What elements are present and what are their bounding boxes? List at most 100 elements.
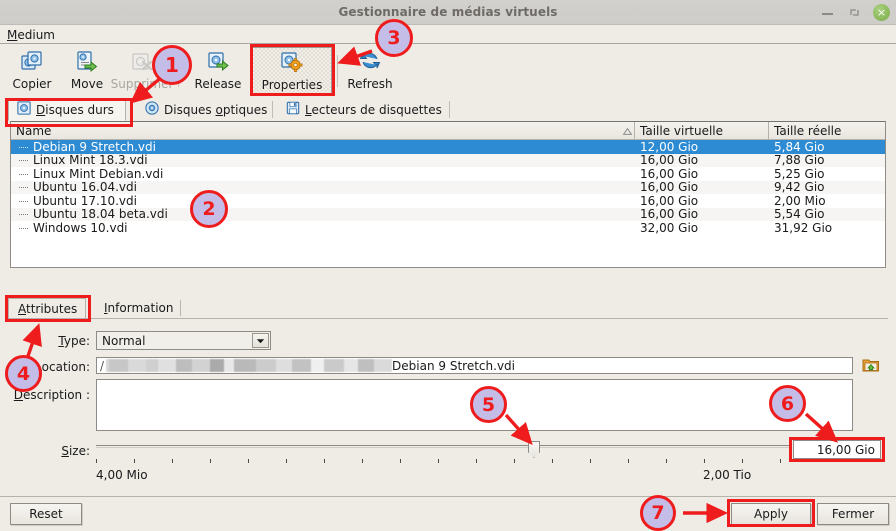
toolbar-label-refresh: Refresh bbox=[347, 77, 393, 91]
location-field[interactable]: / Debian 9 Stretch.vdi bbox=[96, 357, 853, 374]
location-filename: Debian 9 Stretch.vdi bbox=[392, 358, 515, 373]
maximize-icon[interactable] bbox=[846, 4, 863, 21]
cell-name: Linux Mint Debian.vdi bbox=[33, 166, 164, 181]
table-row[interactable]: Linux Mint 18.3.vdi 16,00 Gio 7,88 Gio bbox=[11, 153, 885, 168]
toolbar-button-release[interactable]: Release bbox=[190, 47, 246, 95]
cell-virtual-size: 12,00 Gio bbox=[640, 140, 699, 154]
toolbar-label-release: Release bbox=[194, 77, 242, 91]
tab-label-attributes: Attributes bbox=[18, 301, 78, 316]
tab-label-information: Information bbox=[104, 301, 174, 315]
toolbar-label-move: Move bbox=[70, 77, 104, 91]
annotation-marker-1: 1 bbox=[152, 45, 192, 85]
annotation-marker-3: 3 bbox=[375, 19, 413, 57]
hard-disk-icon bbox=[17, 101, 31, 118]
menubar: Medium bbox=[0, 25, 896, 44]
table-row[interactable]: Ubuntu 16.04.vdi 16,00 Gio 9,42 Gio bbox=[11, 180, 885, 195]
annotation-marker-6: 6 bbox=[769, 385, 806, 422]
location-path-prefix: / bbox=[100, 358, 105, 373]
folder-open-icon bbox=[862, 357, 880, 376]
size-value-field[interactable]: 16,00 Gio bbox=[793, 440, 881, 459]
slider-track[interactable] bbox=[96, 445, 789, 448]
cell-actual-size: 9,42 Gio bbox=[774, 180, 825, 195]
toolbar-button-properties[interactable]: Properties bbox=[252, 47, 332, 95]
close-icon[interactable]: × bbox=[873, 4, 890, 21]
cell-virtual-size: 16,00 Gio bbox=[640, 153, 699, 168]
table-body[interactable]: Debian 9 Stretch.vdi 12,00 Gio 5,84 Gio … bbox=[11, 140, 885, 267]
tree-branch-icon bbox=[19, 214, 28, 216]
tab-floppy-drives[interactable]: Lecteurs de disquettes bbox=[278, 98, 450, 121]
tree-branch-icon bbox=[19, 160, 28, 162]
toolbar-label-properties: Properties bbox=[261, 78, 323, 92]
tab-label-floppy-drives: Lecteurs de disquettes bbox=[305, 102, 442, 117]
browse-folder-button[interactable] bbox=[860, 356, 881, 376]
tree-branch-icon bbox=[19, 146, 28, 148]
tree-branch-icon bbox=[19, 200, 28, 202]
cell-actual-size: 2,00 Mio bbox=[774, 193, 826, 208]
annotation-marker-2: 2 bbox=[190, 190, 228, 228]
floppy-disk-icon bbox=[286, 101, 300, 118]
type-dropdown[interactable]: Normal bbox=[96, 331, 271, 350]
cell-actual-size: 31,92 Gio bbox=[774, 220, 833, 235]
size-slider[interactable] bbox=[96, 441, 789, 458]
cell-actual-size: 7,88 Gio bbox=[774, 153, 825, 168]
column-label-virtual-size: Taille virtuelle bbox=[640, 124, 724, 138]
media-tab-separator-2 bbox=[449, 101, 450, 118]
toolbar-button-copy[interactable]: Copier bbox=[4, 47, 60, 95]
cell-actual-size: 5,84 Gio bbox=[774, 140, 825, 154]
cell-name: Ubuntu 17.10.vdi bbox=[33, 193, 137, 208]
tab-attributes[interactable]: Attributes bbox=[8, 298, 86, 318]
ascending-sort-icon bbox=[620, 122, 634, 140]
tab-optical-disks[interactable]: Disques optiques bbox=[137, 98, 275, 121]
close-button[interactable]: Fermer bbox=[817, 503, 889, 525]
move-disk-icon bbox=[75, 50, 99, 74]
table-row[interactable]: Ubuntu 18.04 beta.vdi 16,00 Gio 5,54 Gio bbox=[11, 207, 885, 222]
tab-label-hard-disks: Disques durs bbox=[36, 102, 114, 117]
tab-label-optical-disks: Disques optiques bbox=[164, 102, 268, 117]
annotation-marker-4: 4 bbox=[5, 355, 42, 392]
toolbar-separator-2 bbox=[337, 55, 338, 87]
cell-virtual-size: 16,00 Gio bbox=[640, 193, 699, 208]
column-header-name[interactable]: Name bbox=[11, 122, 635, 139]
cell-virtual-size: 16,00 Gio bbox=[640, 180, 699, 195]
properties-disk-icon bbox=[280, 51, 304, 75]
tab-hard-disks[interactable]: Disques durs bbox=[8, 98, 126, 121]
window-title: Gestionnaire de médias virtuels bbox=[338, 5, 558, 19]
table-row[interactable]: Linux Mint Debian.vdi 16,00 Gio 5,25 Gio bbox=[11, 167, 885, 181]
toolbar-label-copy: Copier bbox=[12, 77, 52, 91]
label-size: Size: bbox=[61, 444, 90, 458]
cell-virtual-size: 16,00 Gio bbox=[640, 207, 699, 222]
refresh-icon bbox=[358, 50, 382, 74]
virtual-media-manager-window: Gestionnaire de médias virtuels × Medium bbox=[0, 0, 896, 531]
apply-button[interactable]: Apply bbox=[731, 503, 811, 525]
redacted-path bbox=[106, 359, 393, 372]
media-table[interactable]: Name Taille virtuelle Taille réelle Debi… bbox=[10, 121, 886, 268]
tree-branch-icon bbox=[19, 187, 28, 189]
table-row[interactable]: Ubuntu 17.10.vdi 16,00 Gio 2,00 Mio bbox=[11, 194, 885, 208]
table-row[interactable]: Debian 9 Stretch.vdi 12,00 Gio 5,84 Gio bbox=[11, 140, 885, 154]
table-row[interactable]: Windows 10.vdi 32,00 Gio 31,92 Gio bbox=[11, 221, 885, 235]
type-dropdown-value: Normal bbox=[102, 333, 146, 348]
column-header-virtual-size[interactable]: Taille virtuelle bbox=[635, 122, 769, 139]
media-tab-separator bbox=[272, 101, 273, 118]
chevron-down-icon[interactable] bbox=[252, 333, 269, 348]
toolbar-button-move[interactable]: Move bbox=[59, 47, 115, 95]
delete-disk-icon bbox=[130, 50, 154, 74]
media-type-tabs: Disques durs Disques optiques Lecteurs d… bbox=[0, 98, 896, 121]
release-disk-icon bbox=[206, 50, 230, 74]
tree-branch-icon bbox=[19, 227, 28, 229]
tree-branch-icon bbox=[19, 173, 28, 175]
cell-virtual-size: 32,00 Gio bbox=[640, 220, 699, 235]
cell-name: Debian 9 Stretch.vdi bbox=[33, 140, 156, 154]
attr-tab-divider-2 bbox=[180, 300, 181, 316]
tab-information[interactable]: Information bbox=[95, 298, 182, 318]
cell-actual-size: 5,54 Gio bbox=[774, 207, 825, 222]
column-label-actual-size: Taille réelle bbox=[774, 124, 842, 138]
slider-min-label: 4,00 Mio bbox=[96, 468, 148, 482]
label-type: Type: bbox=[58, 334, 90, 348]
column-header-actual-size[interactable]: Taille réelle bbox=[769, 122, 885, 139]
minimize-icon[interactable] bbox=[819, 4, 836, 21]
menu-item-medium[interactable]: Medium bbox=[7, 28, 55, 42]
table-header-row: Name Taille virtuelle Taille réelle bbox=[11, 122, 885, 140]
cell-virtual-size: 16,00 Gio bbox=[640, 166, 699, 181]
reset-button[interactable]: Reset bbox=[10, 503, 82, 525]
